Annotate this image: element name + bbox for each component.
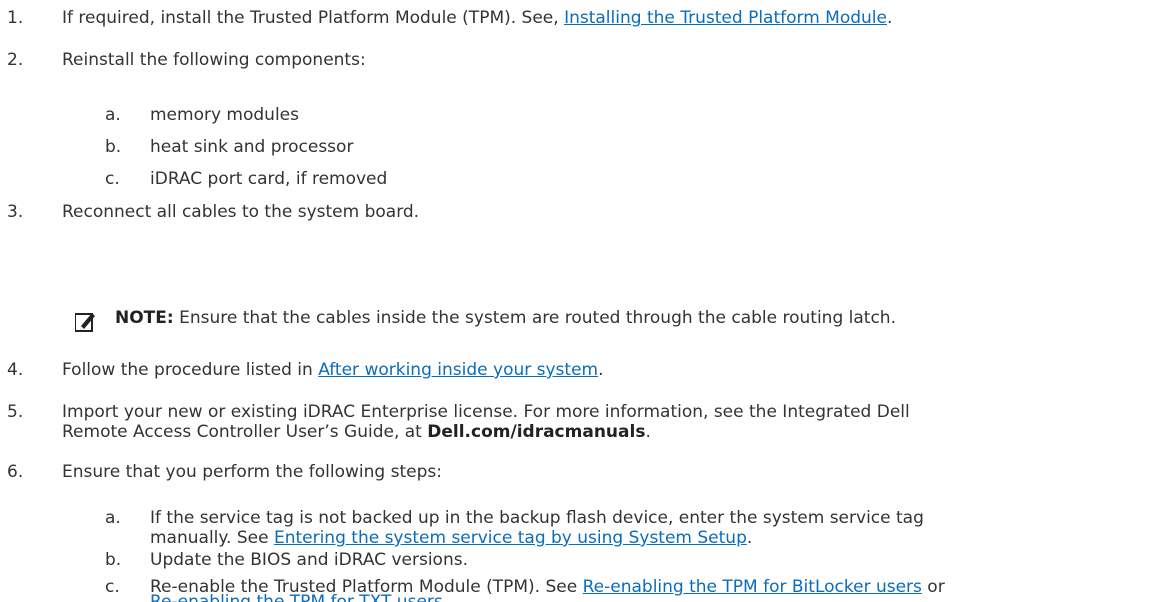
step-text-post: . bbox=[645, 422, 651, 442]
step-number: 3. bbox=[7, 202, 24, 222]
entering-service-tag-link[interactable]: Entering the system service tag by using… bbox=[274, 528, 747, 548]
step-text: If required, install the Trusted Platfor… bbox=[62, 8, 892, 28]
step-number: 4. bbox=[7, 360, 24, 380]
step-text-pre: Follow the procedure listed in bbox=[62, 360, 319, 380]
step-number: 5. bbox=[7, 402, 24, 422]
reenable-tpm-txt-link[interactable]: Re-enabling the TPM for TXT users bbox=[150, 592, 443, 602]
item-text: iDRAC port card, if removed bbox=[150, 169, 388, 189]
item-text: memory modules bbox=[150, 105, 299, 125]
installing-tpm-link[interactable]: Installing the Trusted Platform Module bbox=[564, 8, 887, 28]
item-letter: a. bbox=[105, 508, 121, 528]
item-letter: c. bbox=[105, 577, 120, 597]
step-text: Reinstall the following components: bbox=[62, 50, 366, 70]
item-text-line2: manually. See Entering the system servic… bbox=[150, 528, 752, 548]
item-text-line1: If the service tag is not backed up in t… bbox=[150, 508, 924, 528]
step-text-line1: Import your new or existing iDRAC Enterp… bbox=[62, 402, 910, 422]
step-number: 2. bbox=[7, 50, 24, 70]
step-number: 1. bbox=[7, 8, 24, 28]
item-text: heat sink and processor bbox=[150, 137, 354, 157]
step-text: Follow the procedure listed in After wor… bbox=[62, 360, 604, 380]
reenable-tpm-bitlocker-link[interactable]: Re-enabling the TPM for BitLocker users bbox=[583, 577, 922, 597]
item-text-pre: manually. See bbox=[150, 528, 274, 548]
idrac-manuals-url: Dell.com/idracmanuals bbox=[427, 422, 646, 442]
item-letter: c. bbox=[105, 169, 120, 189]
step-text: Ensure that you perform the following st… bbox=[62, 462, 442, 482]
step-text-pre: Remote Access Controller User’s Guide, a… bbox=[62, 422, 428, 442]
note-label: NOTE: bbox=[115, 308, 174, 328]
step-text-line2: Remote Access Controller User’s Guide, a… bbox=[62, 422, 651, 442]
pencil-note-icon bbox=[75, 313, 95, 332]
step-number: 6. bbox=[7, 462, 24, 482]
item-text-post: . bbox=[442, 592, 449, 602]
step-text-post: . bbox=[598, 360, 604, 380]
item-text-line2: Re-enabling the TPM for TXT users. bbox=[150, 592, 448, 602]
item-letter: b. bbox=[105, 137, 122, 157]
item-letter: b. bbox=[105, 550, 122, 570]
step-text-post: . bbox=[887, 8, 893, 28]
note-text: Ensure that the cables inside the system… bbox=[173, 308, 896, 328]
note: NOTE: Ensure that the cables inside the … bbox=[115, 308, 896, 328]
after-working-inside-link[interactable]: After working inside your system bbox=[318, 360, 598, 380]
item-text-post: . bbox=[746, 528, 753, 548]
item-text: Update the BIOS and iDRAC versions. bbox=[150, 550, 468, 570]
step-text: Reconnect all cables to the system board… bbox=[62, 202, 420, 222]
item-letter: a. bbox=[105, 105, 121, 125]
item-text-or: or bbox=[921, 577, 945, 597]
step-text-pre: If required, install the Trusted Platfor… bbox=[62, 8, 565, 28]
